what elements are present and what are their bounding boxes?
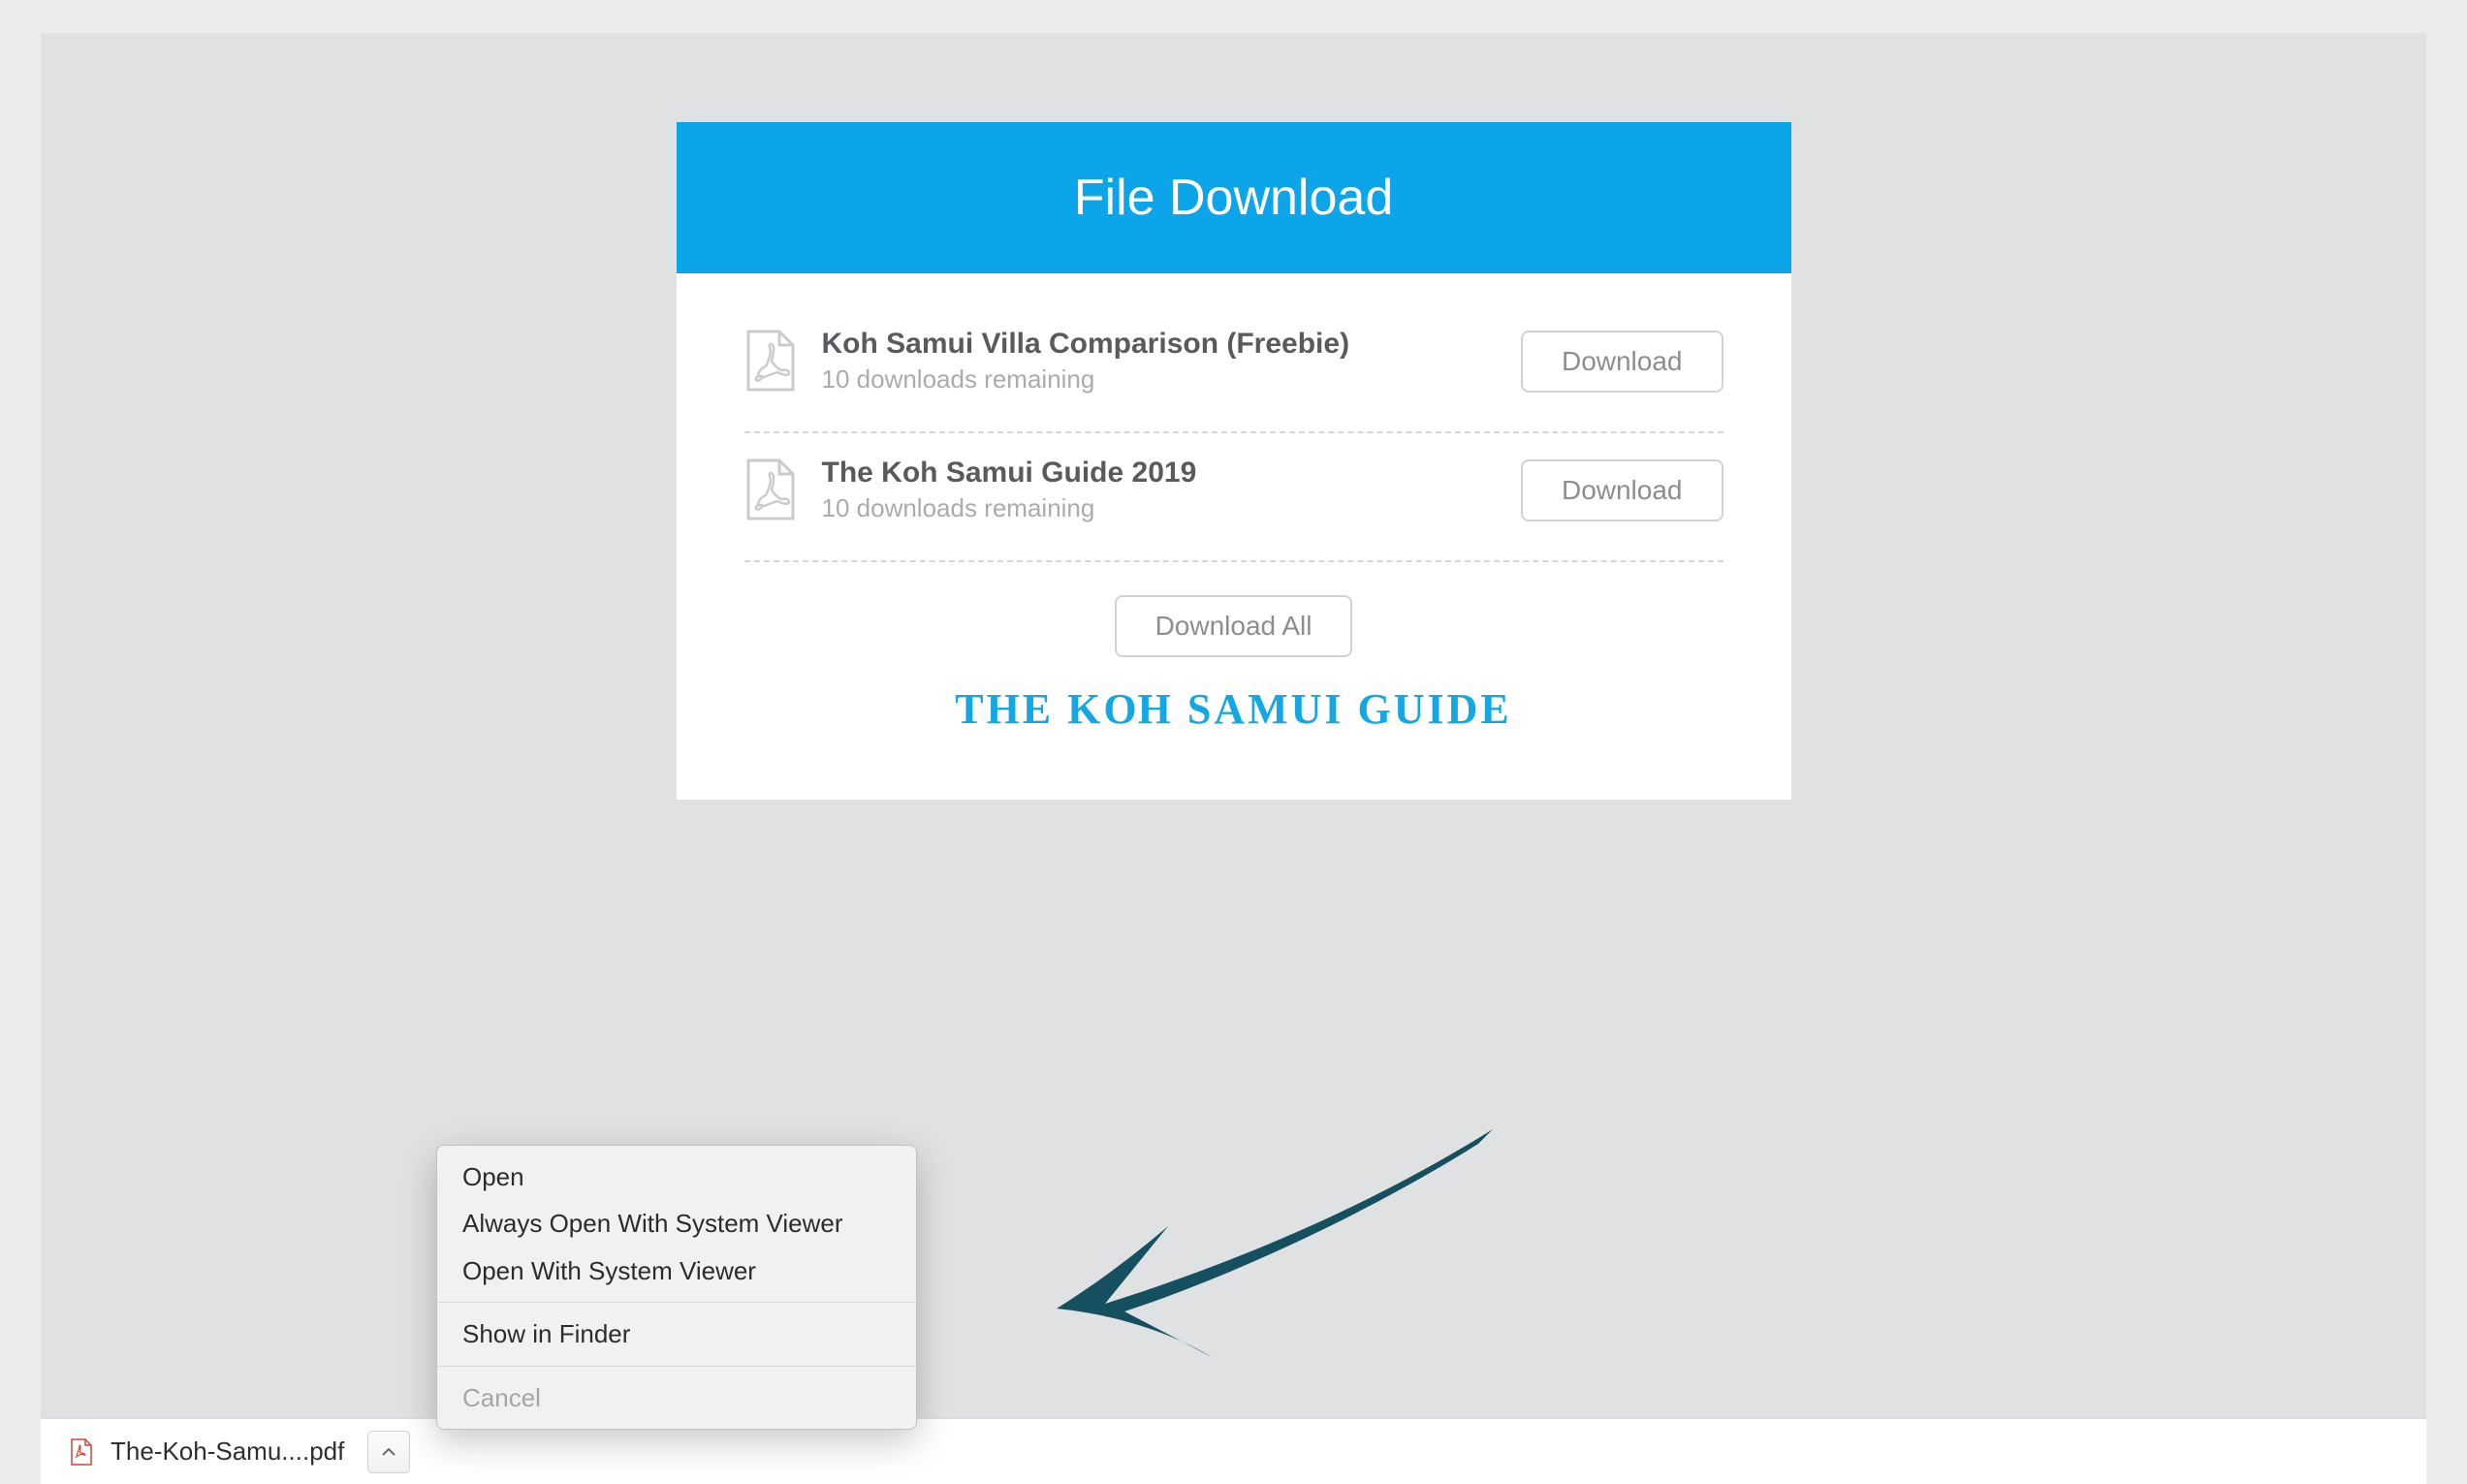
download-button[interactable]: Download [1521, 331, 1724, 393]
file-title: Koh Samui Villa Comparison (Freebie) [822, 328, 1521, 361]
download-chip[interactable]: The-Koh-Samu....pdf [70, 1419, 424, 1484]
menu-item-open-with[interactable]: Open With System Viewer [437, 1247, 916, 1294]
file-info: Koh Samui Villa Comparison (Freebie) 10 … [822, 328, 1521, 395]
file-download-card: File Download Koh Samui Villa Comparison… [677, 122, 1791, 800]
download-context-menu: Open Always Open With System Viewer Open… [436, 1145, 917, 1430]
menu-item-cancel: Cancel [437, 1374, 916, 1421]
download-button[interactable]: Download [1521, 459, 1724, 521]
pdf-small-icon [70, 1438, 93, 1466]
file-row: The Koh Samui Guide 2019 10 downloads re… [744, 433, 1724, 562]
pdf-icon [744, 330, 797, 394]
download-all-button[interactable]: Download All [1115, 595, 1353, 657]
download-all-wrap: Download All [744, 562, 1724, 667]
chevron-up-icon [381, 1447, 396, 1457]
menu-section: Cancel [437, 1367, 916, 1429]
download-options-button[interactable] [367, 1431, 410, 1473]
file-info: The Koh Samui Guide 2019 10 downloads re… [822, 457, 1521, 523]
menu-item-open[interactable]: Open [437, 1153, 916, 1200]
file-subtitle: 10 downloads remaining [822, 364, 1521, 395]
card-title: File Download [677, 122, 1791, 273]
menu-section: Show in Finder [437, 1303, 916, 1365]
menu-item-show-finder[interactable]: Show in Finder [437, 1310, 916, 1357]
card-body: Koh Samui Villa Comparison (Freebie) 10 … [677, 273, 1791, 800]
brand-text: THE KOH SAMUI GUIDE [955, 685, 1512, 733]
browser-download-bar: The-Koh-Samu....pdf [41, 1418, 2426, 1484]
pdf-icon [744, 458, 797, 522]
menu-section: Open Always Open With System Viewer Open… [437, 1146, 916, 1302]
brand-logo: THE KOH SAMUI GUIDE [744, 667, 1724, 761]
menu-item-always-open[interactable]: Always Open With System Viewer [437, 1200, 916, 1247]
download-filename: The-Koh-Samu....pdf [111, 1437, 344, 1467]
file-subtitle: 10 downloads remaining [822, 493, 1521, 523]
file-row: Koh Samui Villa Comparison (Freebie) 10 … [744, 322, 1724, 433]
file-title: The Koh Samui Guide 2019 [822, 457, 1521, 489]
